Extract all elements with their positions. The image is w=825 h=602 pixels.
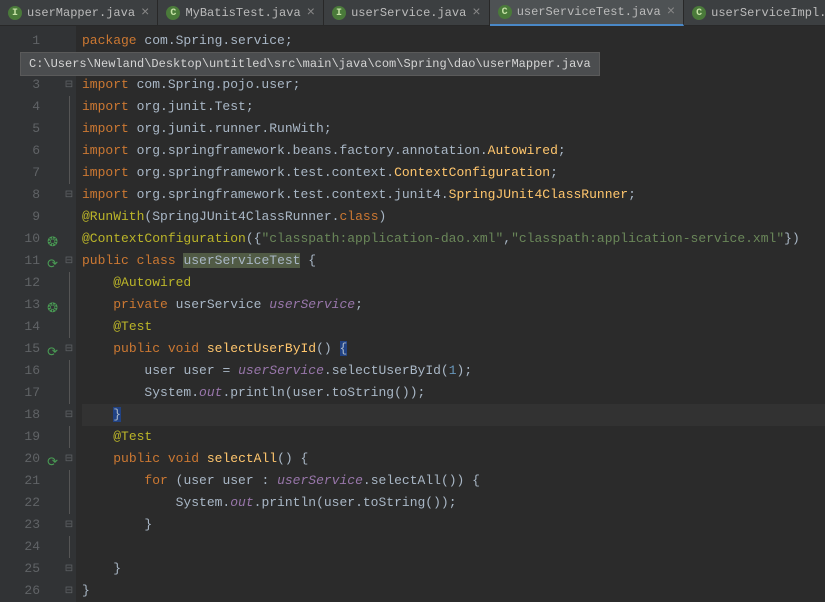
code-line bbox=[82, 536, 825, 558]
code-line: @Test bbox=[82, 316, 825, 338]
fold-column: ⊟ ⊟ ⊟ ⊟ ⊟ ⊟ ⊟ ⊟ ⊟ bbox=[62, 26, 76, 602]
code-area[interactable]: package com.Spring.service; import com.S… bbox=[76, 26, 825, 602]
code-line: import com.Spring.pojo.user; bbox=[82, 74, 825, 96]
tab-label: userServiceTest.java bbox=[517, 5, 661, 19]
line-number: 16 bbox=[0, 360, 62, 382]
line-number: 24 bbox=[0, 536, 62, 558]
code-line: package com.Spring.service; bbox=[82, 30, 825, 52]
line-number: 8 bbox=[0, 184, 62, 206]
tab-mybatistest[interactable]: C MyBatisTest.java × bbox=[158, 0, 324, 26]
line-number: 4 bbox=[0, 96, 62, 118]
code-line: @Autowired bbox=[82, 272, 825, 294]
line-number: 20⟳ bbox=[0, 448, 62, 470]
line-number: 11⟳ bbox=[0, 250, 62, 272]
fold-toggle[interactable]: ⊟ bbox=[62, 184, 76, 206]
fold-toggle[interactable]: ⊟ bbox=[62, 448, 76, 470]
code-line: public class userServiceTest { bbox=[82, 250, 825, 272]
run-icon[interactable]: ⟳ bbox=[46, 452, 58, 464]
code-line: System.out.println(user.toString()); bbox=[82, 382, 825, 404]
close-icon[interactable]: × bbox=[667, 4, 675, 20]
fold-toggle[interactable]: ⊟ bbox=[62, 250, 76, 272]
close-icon[interactable]: × bbox=[307, 5, 315, 21]
code-line: import org.springframework.test.context.… bbox=[82, 162, 825, 184]
tab-userserviceimpl[interactable]: C userServiceImpl.java × bbox=[684, 0, 825, 26]
line-number: 7 bbox=[0, 162, 62, 184]
fold-toggle[interactable]: ⊟ bbox=[62, 404, 76, 426]
fold-toggle[interactable]: ⊟ bbox=[62, 580, 76, 602]
tab-userservicetest[interactable]: C userServiceTest.java × bbox=[490, 0, 684, 26]
class-icon: C bbox=[498, 5, 512, 19]
run-icon[interactable]: ⟳ bbox=[46, 342, 58, 354]
close-icon[interactable]: × bbox=[141, 5, 149, 21]
class-icon: C bbox=[166, 6, 180, 20]
line-number: 18 bbox=[0, 404, 62, 426]
code-line: user user = userService.selectUserById(1… bbox=[82, 360, 825, 382]
line-number: 22 bbox=[0, 492, 62, 514]
line-number: 15⟳ bbox=[0, 338, 62, 360]
fold-toggle[interactable]: ⊟ bbox=[62, 74, 76, 96]
class-icon: C bbox=[692, 6, 706, 20]
line-number: 13❂ bbox=[0, 294, 62, 316]
line-number: 23 bbox=[0, 514, 62, 536]
line-gutter: 1 2 3 4 5 6 7 8 9 10❂ 11⟳ 12 13❂ 14 15⟳ … bbox=[0, 26, 62, 602]
tab-label: MyBatisTest.java bbox=[185, 6, 300, 20]
code-line: import org.springframework.beans.factory… bbox=[82, 140, 825, 162]
line-number: 14 bbox=[0, 316, 62, 338]
fold-toggle[interactable]: ⊟ bbox=[62, 558, 76, 580]
code-line: import org.springframework.test.context.… bbox=[82, 184, 825, 206]
fold-toggle[interactable]: ⊟ bbox=[62, 338, 76, 360]
code-line: System.out.println(user.toString()); bbox=[82, 492, 825, 514]
code-editor[interactable]: 1 2 3 4 5 6 7 8 9 10❂ 11⟳ 12 13❂ 14 15⟳ … bbox=[0, 26, 825, 602]
code-line: @RunWith(SpringJUnit4ClassRunner.class) bbox=[82, 206, 825, 228]
line-number: 19 bbox=[0, 426, 62, 448]
line-number: 1 bbox=[0, 30, 62, 52]
line-number: 21 bbox=[0, 470, 62, 492]
code-line: for (user user : userService.selectAll()… bbox=[82, 470, 825, 492]
line-number: 10❂ bbox=[0, 228, 62, 250]
bean-icon[interactable]: ❂ bbox=[46, 232, 58, 244]
line-number: 5 bbox=[0, 118, 62, 140]
code-line-current: } bbox=[82, 404, 825, 426]
code-line: import org.junit.runner.RunWith; bbox=[82, 118, 825, 140]
code-line: } bbox=[82, 558, 825, 580]
code-line: public void selectUserById() { bbox=[82, 338, 825, 360]
line-number: 6 bbox=[0, 140, 62, 162]
tab-userservice[interactable]: I userService.java × bbox=[324, 0, 490, 26]
line-number: 12 bbox=[0, 272, 62, 294]
code-line: } bbox=[82, 580, 825, 602]
tab-label: userService.java bbox=[351, 6, 466, 20]
code-line: } bbox=[82, 514, 825, 536]
close-icon[interactable]: × bbox=[472, 5, 480, 21]
tab-label: userServiceImpl.java bbox=[711, 6, 825, 20]
path-tooltip: C:\Users\Newland\Desktop\untitled\src\ma… bbox=[20, 52, 600, 76]
bean-icon[interactable]: ❂ bbox=[46, 298, 58, 310]
fold-toggle[interactable] bbox=[62, 30, 76, 52]
fold-toggle[interactable]: ⊟ bbox=[62, 514, 76, 536]
line-number: 3 bbox=[0, 74, 62, 96]
code-line: private userService userService; bbox=[82, 294, 825, 316]
interface-icon: I bbox=[332, 6, 346, 20]
code-line: @ContextConfiguration({"classpath:applic… bbox=[82, 228, 825, 250]
line-number: 26 bbox=[0, 580, 62, 602]
run-icon[interactable]: ⟳ bbox=[46, 254, 58, 266]
line-number: 17 bbox=[0, 382, 62, 404]
code-line: import org.junit.Test; bbox=[82, 96, 825, 118]
tab-usermapper[interactable]: I userMapper.java × bbox=[0, 0, 158, 26]
line-number: 9 bbox=[0, 206, 62, 228]
editor-tabs: I userMapper.java × C MyBatisTest.java ×… bbox=[0, 0, 825, 26]
line-number: 25 bbox=[0, 558, 62, 580]
code-line: @Test bbox=[82, 426, 825, 448]
interface-icon: I bbox=[8, 6, 22, 20]
code-line: public void selectAll() { bbox=[82, 448, 825, 470]
tab-label: userMapper.java bbox=[27, 6, 135, 20]
